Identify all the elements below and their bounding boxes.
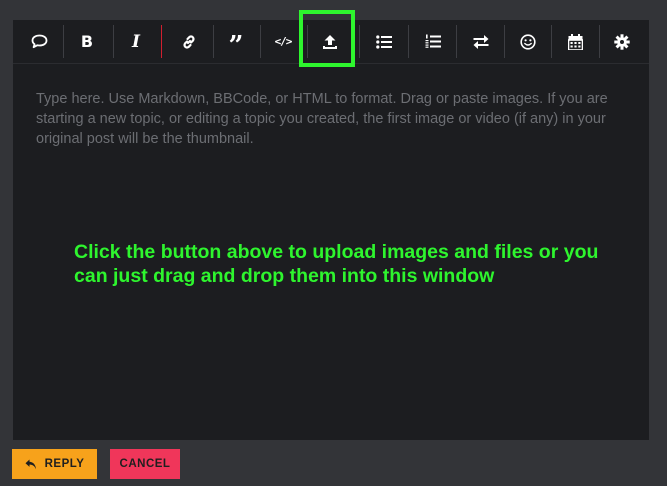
toolbar-separator-red — [161, 25, 162, 58]
italic-button[interactable]: I — [114, 25, 158, 58]
emoji-button[interactable] — [505, 25, 551, 58]
link-button[interactable] — [165, 25, 213, 58]
emoji-icon — [520, 33, 536, 50]
numbered-list-icon — [425, 34, 441, 48]
quote-button[interactable]: ” — [214, 25, 258, 61]
gear-icon — [614, 33, 630, 50]
speech-bubble-icon — [31, 34, 47, 49]
bulleted-list-button[interactable] — [360, 25, 408, 58]
upload-button-highlight — [299, 10, 355, 67]
upload-instruction-callout: Click the button above to upload images … — [74, 241, 599, 287]
formatting-toolbar: B I ” </> — [13, 10, 649, 67]
toolbar-separator — [63, 25, 64, 58]
cancel-button[interactable]: CANCEL — [110, 449, 180, 479]
link-icon — [183, 34, 195, 49]
numbered-list-button[interactable] — [409, 25, 457, 58]
calendar-icon — [567, 33, 583, 50]
cancel-button-label: CANCEL — [119, 458, 171, 470]
bold-icon: B — [80, 32, 94, 51]
swap-arrows-icon — [473, 34, 489, 49]
calendar-button[interactable] — [552, 25, 598, 58]
reply-button[interactable]: REPLY — [12, 449, 97, 479]
speech-bubble-button[interactable] — [19, 25, 59, 58]
editor-placeholder[interactable]: Type here. Use Markdown, BBCode, or HTML… — [36, 89, 631, 149]
settings-button[interactable] — [600, 25, 644, 58]
italic-icon: I — [132, 31, 140, 52]
code-icon: </> — [274, 35, 293, 48]
reply-button-label: REPLY — [44, 458, 85, 470]
reply-arrow-icon — [25, 459, 36, 469]
quote-icon: ” — [228, 31, 244, 61]
composer: B I ” </> Type here. Use Markdown, BBCod… — [13, 10, 649, 440]
swap-arrows-button[interactable] — [457, 25, 505, 58]
bold-button[interactable]: B — [65, 25, 109, 58]
bulleted-list-icon — [376, 34, 392, 49]
